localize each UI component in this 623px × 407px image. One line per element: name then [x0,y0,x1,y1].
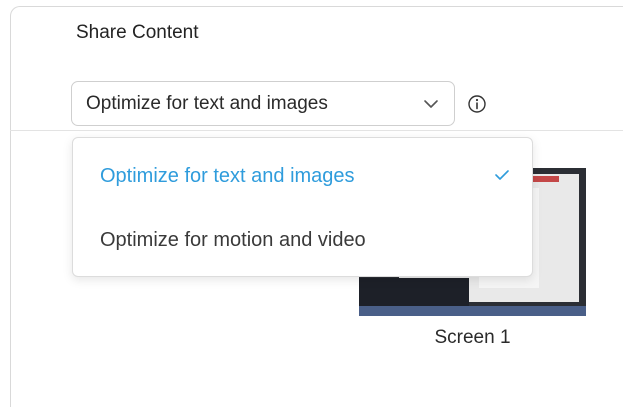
optimize-dropdown-menu: Optimize for text and images Optimize fo… [72,137,533,277]
section-divider [10,130,623,131]
checkmark-icon [495,170,509,180]
dropdown-option-motion-video[interactable]: Optimize for motion and video [73,210,532,270]
dropdown-option-text-images[interactable]: Optimize for text and images [73,146,532,206]
info-icon[interactable] [467,94,487,114]
thumbnail-detail [359,278,469,306]
option-label: Optimize for motion and video [100,228,366,251]
optimize-select-value: Optimize for text and images [86,92,328,114]
chevron-down-icon [424,100,438,108]
optimize-select[interactable]: Optimize for text and images [71,81,455,126]
option-label: Optimize for text and images [100,164,355,187]
screen-label: Screen 1 [434,327,511,348]
thumbnail-dock [359,306,586,316]
section-title: Share Content [76,22,199,43]
